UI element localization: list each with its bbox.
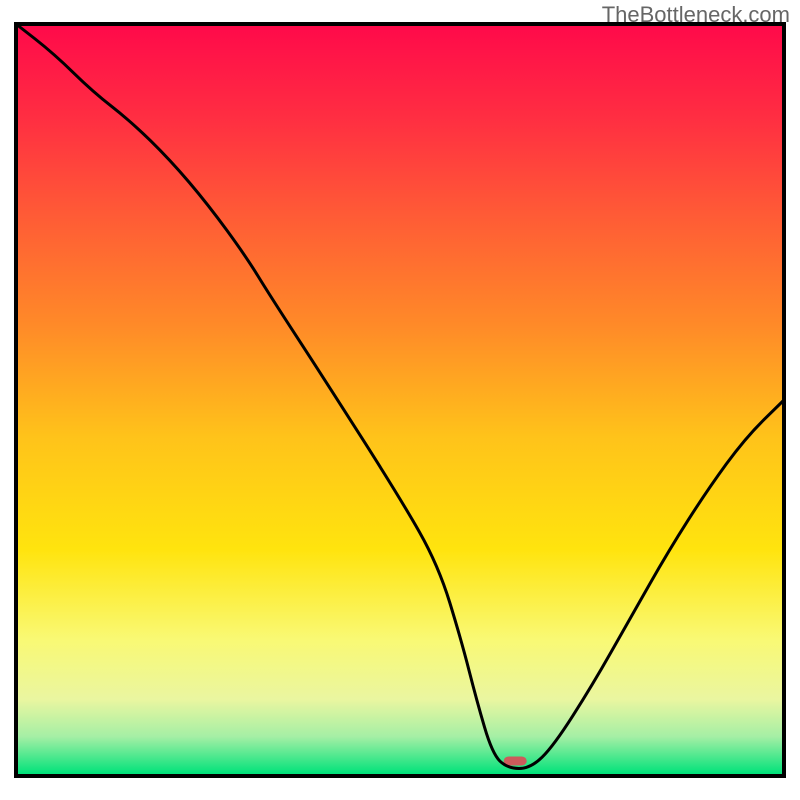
bottleneck-chart: TheBottleneck.com: [0, 0, 800, 800]
bottleneck-marker: [504, 756, 527, 765]
watermark-text: TheBottleneck.com: [602, 2, 790, 28]
chart-svg: [0, 0, 800, 800]
chart-background: [18, 26, 782, 774]
